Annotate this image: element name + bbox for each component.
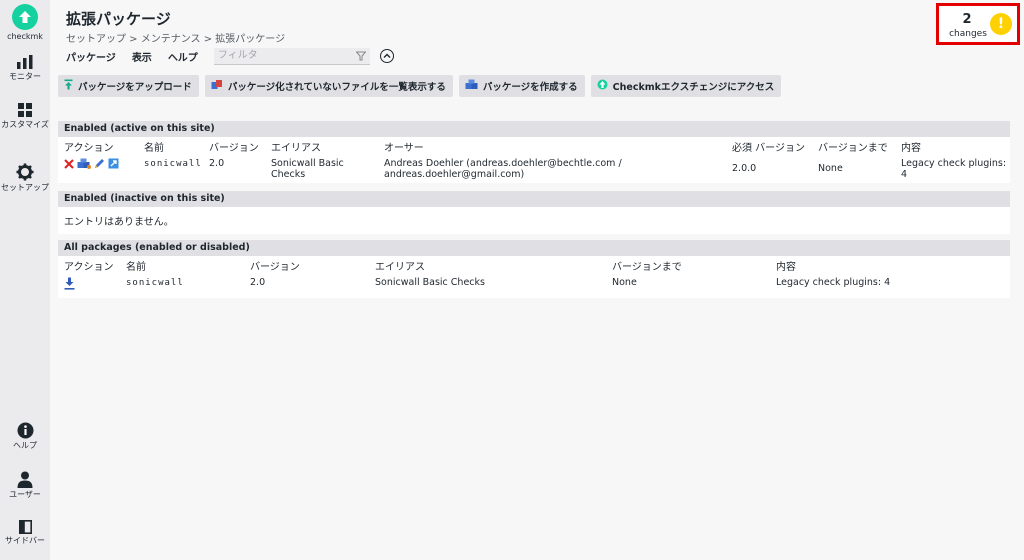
sidebar-item-sidebar-toggle[interactable]: サイドバー [0, 520, 50, 546]
package-until-version: None [818, 163, 843, 174]
page-title: 拡張パッケージ [66, 10, 171, 28]
package-required-version: 2.0.0 [732, 163, 757, 174]
package-version: 2.0 [209, 158, 225, 169]
column-header: アクション [64, 142, 114, 154]
sidebar-item-monitor[interactable]: モニター [0, 54, 50, 82]
package-name: sonicwall [126, 278, 184, 288]
menu-display[interactable]: 表示 [132, 49, 152, 64]
package-alias: Sonicwall Basic Checks [375, 277, 485, 288]
section-title[interactable]: All packages (enabled or disabled) [58, 240, 1010, 256]
checkmk-logo-icon [12, 4, 38, 30]
pending-changes-button[interactable]: 2 changes ! [936, 3, 1020, 45]
column-header: 内容 [901, 142, 921, 154]
info-icon [17, 422, 33, 439]
checkmk-logo[interactable]: checkmk [0, 4, 50, 41]
sidebar-item-user[interactable]: ユーザー [0, 471, 50, 500]
disable-package-icon[interactable] [77, 158, 91, 172]
column-header: バージョンまで [612, 261, 682, 273]
sidebar-item-label: カスタマイズ [1, 120, 49, 129]
table-header-row: アクション 名前 バージョン エイリアス バージョンまで 内容 [58, 256, 1010, 274]
sidebar-item-label: ユーザー [9, 490, 41, 499]
package-icon [465, 79, 478, 93]
chevron-up-icon [383, 53, 391, 58]
all-packages-table: アクション 名前 バージョン エイリアス バージョンまで 内容 sonicwal… [58, 256, 1010, 298]
logo-label: checkmk [7, 32, 43, 41]
sidebar-item-customize[interactable]: カスタマイズ [0, 102, 50, 130]
menu-bar: パッケージ 表示 ヘルプ [58, 46, 1016, 66]
section-title[interactable]: Enabled (active on this site) [58, 121, 1010, 137]
upload-package-label: パッケージをアップロード [78, 82, 192, 93]
download-mkp-icon[interactable] [108, 158, 119, 172]
column-header: 名前 [126, 261, 146, 273]
filter-icon [355, 51, 366, 60]
warning-icon: ! [990, 13, 1012, 35]
bar-chart-icon [17, 55, 33, 69]
collapse-menu-button[interactable] [379, 49, 394, 63]
grid-icon [18, 103, 32, 117]
table-row: sonicwall 2.0 Sonicwall Basic Checks And… [58, 155, 1010, 183]
edit-icon[interactable] [94, 158, 105, 172]
sidebar-item-label: セットアップ [1, 183, 49, 192]
action-buttons: パッケージをアップロード パッケージ化されていないファイルを一覧表示する パッケ… [58, 75, 787, 97]
package-until-version: None [612, 277, 637, 288]
column-header: アクション [64, 261, 114, 273]
menu-packages[interactable]: パッケージ [66, 49, 116, 64]
column-header: エイリアス [375, 261, 425, 273]
download-icon[interactable] [64, 277, 75, 293]
sidebar-toggle-icon [18, 520, 32, 534]
package-content: Legacy check plugins: 4 [901, 158, 1007, 180]
list-unpackaged-files-label: パッケージ化されていないファイルを一覧表示する [227, 82, 446, 93]
section-title[interactable]: Enabled (inactive on this site) [58, 191, 1010, 207]
checkmk-exchange-button[interactable]: Checkmkエクスチェンジにアクセス [590, 75, 782, 97]
create-package-button[interactable]: パッケージを作成する [458, 75, 585, 97]
table-row: sonicwall 2.0 Sonicwall Basic Checks Non… [58, 274, 1010, 298]
breadcrumb[interactable]: セットアップ > メンテナンス > 拡張パッケージ [66, 30, 285, 45]
remove-icon[interactable] [64, 158, 74, 172]
changes-label: changes [949, 29, 987, 39]
column-header: バージョン [209, 142, 259, 154]
upload-icon [64, 79, 73, 93]
column-header: オーサー [384, 142, 424, 154]
sidebar-item-label: サイドバー [5, 536, 45, 545]
sidebar-item-label: モニター [9, 72, 41, 81]
gear-icon [16, 163, 34, 181]
package-name: sonicwall [144, 159, 202, 169]
sidebar-item-label: ヘルプ [13, 441, 37, 450]
column-header: 内容 [776, 261, 796, 273]
column-header: 必須 バージョン [732, 142, 805, 154]
files-icon [211, 79, 223, 93]
main-content: 拡張パッケージ セットアップ > メンテナンス > 拡張パッケージ 2 chan… [50, 0, 1024, 560]
checkmk-exchange-label: Checkmkエクスチェンジにアクセス [612, 82, 775, 93]
user-icon [17, 471, 33, 488]
section-enabled-inactive: Enabled (inactive on this site) エントリはありま… [58, 191, 1010, 234]
column-header: 名前 [144, 142, 164, 154]
create-package-label: パッケージを作成する [482, 82, 578, 93]
filter-input[interactable] [213, 47, 344, 64]
section-all-packages: All packages (enabled or disabled) アクション… [58, 240, 1010, 298]
column-header: バージョン [250, 261, 300, 273]
sidebar-item-help[interactable]: ヘルプ [0, 422, 50, 451]
exchange-icon [597, 79, 608, 93]
column-header: バージョンまで [818, 142, 888, 154]
menu-help[interactable]: ヘルプ [168, 49, 198, 64]
sidebar-item-setup[interactable]: セットアップ [0, 163, 50, 193]
upload-package-button[interactable]: パッケージをアップロード [58, 75, 199, 97]
list-unpackaged-files-button[interactable]: パッケージ化されていないファイルを一覧表示する [204, 75, 453, 97]
package-content: Legacy check plugins: 4 [776, 277, 891, 288]
changes-count: 2 [962, 12, 972, 27]
package-version: 2.0 [250, 277, 266, 288]
empty-message: エントリはありません。 [64, 217, 174, 228]
table-header-row: アクション 名前 バージョン エイリアス オーサー 必須 バージョン バージョン… [58, 137, 1010, 155]
column-header: エイリアス [271, 142, 321, 154]
section-enabled-active: Enabled (active on this site) アクション 名前 バ… [58, 121, 1010, 183]
filter-box [213, 47, 370, 65]
active-packages-table: アクション 名前 バージョン エイリアス オーサー 必須 バージョン バージョン… [58, 137, 1010, 183]
package-alias: Sonicwall Basic Checks [271, 158, 344, 180]
sidebar: checkmk モニター カスタマイズ セットアップ ヘルプ ユーザー サイドバ… [0, 0, 50, 560]
package-author: Andreas Doehler (andreas.doehler@bechtle… [384, 158, 622, 180]
